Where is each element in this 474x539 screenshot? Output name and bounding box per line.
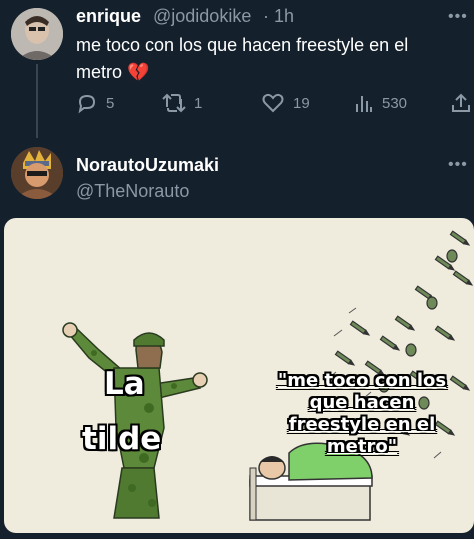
user-handle[interactable]: @TheNorauto xyxy=(76,181,189,202)
retweet-icon xyxy=(162,93,186,113)
meme-image[interactable]: La tilde "me toco con los que hacen free… xyxy=(4,218,474,533)
reply-count: 5 xyxy=(106,94,115,112)
caption-freestyle: "me toco con los que hacen freestyle en … xyxy=(277,370,447,457)
tweet-actions: 5 1 19 530 xyxy=(76,92,471,116)
reply-icon xyxy=(78,94,96,114)
more-icon[interactable]: ••• xyxy=(448,8,468,26)
tweet-text: me toco con los que hacen freestyle en e… xyxy=(76,35,409,82)
more-icon[interactable]: ••• xyxy=(448,156,468,174)
caption-tilde: tilde xyxy=(82,421,162,457)
avatar[interactable] xyxy=(11,147,63,199)
like-button[interactable]: 19 xyxy=(261,92,310,114)
share-button[interactable] xyxy=(450,92,472,114)
avatar[interactable] xyxy=(11,8,63,60)
tweet-time[interactable]: 1h xyxy=(274,6,294,27)
views-count: 530 xyxy=(382,94,408,112)
separator: · xyxy=(263,6,269,26)
like-icon xyxy=(262,93,284,113)
original-tweet: enrique @jodidokike · 1h ••• me toco con… xyxy=(0,0,474,138)
retweet-count: 1 xyxy=(194,94,203,112)
retweet-button[interactable]: 1 xyxy=(162,92,202,114)
views-button[interactable]: 530 xyxy=(354,92,407,114)
share-icon xyxy=(452,93,470,112)
views-icon xyxy=(356,96,372,112)
display-name[interactable]: NorautoUzumaki xyxy=(76,155,219,176)
user-handle[interactable]: @jodidokike xyxy=(153,6,251,27)
thread-line xyxy=(36,64,38,138)
display-name[interactable]: enrique xyxy=(76,6,141,27)
like-count: 19 xyxy=(293,94,310,112)
caption-la: La xyxy=(104,366,145,402)
reply-button[interactable]: 5 xyxy=(76,92,114,114)
